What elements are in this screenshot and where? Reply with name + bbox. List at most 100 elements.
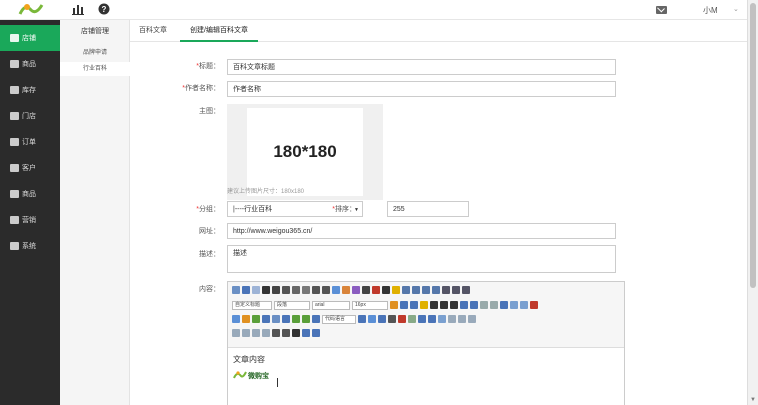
sidebar-item-order[interactable]: 订单	[0, 129, 60, 155]
merge-down-icon[interactable]	[252, 329, 260, 337]
bold-icon[interactable]	[262, 286, 270, 294]
date-icon[interactable]	[398, 315, 406, 323]
title-input[interactable]: 百科文章标题	[227, 59, 616, 75]
image-float-icon[interactable]	[490, 301, 498, 309]
author-input[interactable]: 作者名称	[227, 81, 616, 97]
font-family-select[interactable]: arial	[312, 300, 350, 310]
align-right-icon[interactable]	[440, 301, 448, 309]
bar-chart-icon[interactable]	[72, 3, 84, 15]
redo-icon[interactable]	[252, 286, 260, 294]
help-icon[interactable]	[312, 329, 320, 337]
editor-content-area[interactable]: 文章内容 微购宝	[228, 349, 624, 405]
gmap-icon[interactable]	[302, 315, 310, 323]
unordered-list-icon[interactable]	[412, 286, 420, 294]
sidebar-item-customer[interactable]: 客户	[0, 155, 60, 181]
heading-style-select[interactable]: 自定义标题	[232, 300, 272, 310]
code-language-select[interactable]: 代码语言	[322, 314, 356, 324]
submenu-item-industry-wiki[interactable]: 行业百科	[60, 62, 130, 76]
attachment-icon[interactable]	[282, 315, 290, 323]
anchor-icon[interactable]	[480, 301, 488, 309]
source-icon[interactable]	[232, 286, 240, 294]
sort-input[interactable]: 255	[387, 201, 469, 217]
paste-plain-icon[interactable]	[372, 286, 380, 294]
split-cells-icon[interactable]	[262, 329, 270, 337]
font-size-select[interactable]: 16px	[352, 300, 388, 310]
description-textarea[interactable]: 描述	[227, 245, 616, 273]
sidebar-item-shop[interactable]: 门店	[0, 103, 60, 129]
drafts-icon[interactable]	[302, 329, 310, 337]
wordimage-icon[interactable]	[428, 315, 436, 323]
scrawl-icon[interactable]	[252, 315, 260, 323]
help-icon[interactable]: ?	[98, 3, 110, 15]
image-none-icon[interactable]	[530, 301, 538, 309]
row-spacing-icon[interactable]	[442, 286, 450, 294]
insert-video-icon[interactable]	[262, 315, 270, 323]
insert-table-icon[interactable]	[438, 315, 446, 323]
scrollbar-thumb[interactable]	[750, 3, 756, 288]
image-left-icon[interactable]	[500, 301, 508, 309]
image-right-icon[interactable]	[510, 301, 518, 309]
search-replace-icon[interactable]	[292, 329, 300, 337]
strikethrough-icon[interactable]	[302, 286, 310, 294]
eraser-icon[interactable]	[342, 286, 350, 294]
font-color-icon[interactable]	[382, 286, 390, 294]
clear-doc-icon[interactable]	[432, 286, 440, 294]
indent-icon[interactable]	[410, 301, 418, 309]
ordered-list-icon[interactable]	[402, 286, 410, 294]
logo-icon[interactable]	[18, 2, 44, 17]
horizontal-rule-icon[interactable]	[388, 315, 396, 323]
align-justify-icon[interactable]	[450, 301, 458, 309]
page-break-icon[interactable]	[358, 315, 366, 323]
url-input[interactable]: http://www.weigou365.cn/	[227, 223, 616, 239]
tab-wiki-articles[interactable]: 百科文章	[136, 20, 170, 42]
merge-right-icon[interactable]	[242, 329, 250, 337]
merge-cells-icon[interactable]	[232, 329, 240, 337]
map-icon[interactable]	[292, 315, 300, 323]
emotion-icon[interactable]	[242, 315, 250, 323]
border-icon[interactable]	[292, 286, 300, 294]
insert-row-icon[interactable]	[458, 315, 466, 323]
print-icon[interactable]	[272, 329, 280, 337]
unlink-icon[interactable]	[470, 301, 478, 309]
format-brush-icon[interactable]	[332, 286, 340, 294]
highlight-icon[interactable]	[392, 286, 400, 294]
tab-edit-wiki-article[interactable]: 创建/编辑百科文章	[180, 20, 258, 42]
page-scrollbar[interactable]: ▼	[747, 0, 758, 405]
sidebar-item-marketing[interactable]: 营销	[0, 207, 60, 233]
submenu-item-brand-apply[interactable]: 品牌申请	[60, 46, 130, 60]
insert-image-icon[interactable]	[232, 315, 240, 323]
image-center-icon[interactable]	[520, 301, 528, 309]
sidebar-item-store[interactable]: 店铺	[0, 25, 60, 51]
music-icon[interactable]	[272, 315, 280, 323]
chevron-down-icon[interactable]: ⌄	[733, 5, 739, 13]
undo-icon[interactable]	[242, 286, 250, 294]
sidebar-item-inventory[interactable]: 库存	[0, 77, 60, 103]
line-height-icon[interactable]	[462, 286, 470, 294]
superscript-icon[interactable]	[312, 286, 320, 294]
time-icon[interactable]	[408, 315, 416, 323]
mail-icon[interactable]	[656, 6, 667, 14]
rtl-icon[interactable]	[400, 301, 408, 309]
special-chars-icon[interactable]	[418, 315, 426, 323]
subscript-icon[interactable]	[322, 286, 330, 294]
frame-icon[interactable]	[312, 315, 320, 323]
select-all-icon[interactable]	[422, 286, 430, 294]
preview-icon[interactable]	[282, 329, 290, 337]
ltr-icon[interactable]	[390, 301, 398, 309]
user-name[interactable]: 小M	[703, 5, 718, 16]
clear-format-icon[interactable]	[352, 286, 360, 294]
template-icon[interactable]	[368, 315, 376, 323]
align-center-icon[interactable]	[430, 301, 438, 309]
quote-icon[interactable]	[362, 286, 370, 294]
paragraph-select[interactable]: 段落	[274, 300, 310, 310]
sidebar-item-goods[interactable]: 商品	[0, 51, 60, 77]
align-left-icon[interactable]	[420, 301, 428, 309]
sidebar-item-system[interactable]: 系统	[0, 233, 60, 259]
delete-table-icon[interactable]	[448, 315, 456, 323]
brand-logo-image[interactable]: 微购宝	[233, 370, 275, 380]
scroll-down-arrow-icon[interactable]: ▼	[750, 397, 756, 403]
italic-icon[interactable]	[272, 286, 280, 294]
underline-icon[interactable]	[282, 286, 290, 294]
background-icon[interactable]	[378, 315, 386, 323]
paragraph-format-icon[interactable]	[452, 286, 460, 294]
